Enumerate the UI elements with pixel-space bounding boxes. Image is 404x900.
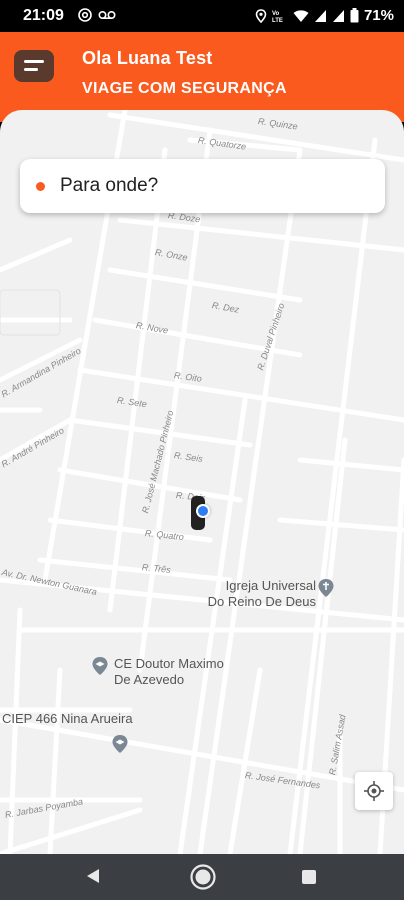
street-grid — [0, 110, 404, 854]
menu-line-icon — [24, 68, 38, 71]
voicemail-icon — [98, 10, 116, 20]
map-view[interactable]: R. Quinze R. Quatorze R. Doze R. Onze R.… — [0, 110, 404, 854]
poi-label-ce-line2: De Azevedo — [114, 672, 185, 687]
status-notification-icons — [78, 8, 116, 22]
recent-apps-icon[interactable] — [302, 870, 316, 884]
system-nav-bar — [0, 854, 404, 900]
school-icon — [92, 657, 108, 675]
poi-label-ce: CE Doutor Maximo De Azevedo — [114, 656, 224, 688]
greeting-text: Ola Luana Test — [82, 48, 213, 68]
crosshair-icon — [364, 781, 384, 801]
status-system-icons: Vo LTE 71% — [255, 7, 394, 24]
location-icon — [255, 8, 267, 23]
back-icon[interactable] — [86, 868, 100, 884]
wifi-icon — [293, 9, 309, 22]
app-header: Ola Luana Test VIAGE COM SEGURANÇA — [0, 32, 404, 122]
menu-button[interactable] — [14, 50, 54, 82]
status-time: 21:09 — [23, 7, 64, 24]
church-icon — [318, 579, 334, 597]
my-location-button[interactable] — [355, 772, 393, 810]
status-bar: 21:09 Vo LTE 71% — [0, 0, 404, 32]
signal-icon — [314, 9, 326, 22]
home-icon[interactable] — [189, 863, 217, 891]
destination-placeholder: Para onde? — [60, 175, 159, 196]
svg-text:Vo: Vo — [272, 11, 280, 17]
destination-dot-icon — [36, 182, 45, 191]
header-subtitle: VIAGE COM SEGURANÇA — [82, 80, 287, 97]
poi-label-igreja: Igreja Universal Do Reino De Deus — [207, 578, 316, 609]
svg-text:LTE: LTE — [272, 18, 283, 23]
menu-line-icon — [24, 60, 44, 63]
poi-label-ciep: CIEP 466 Nina Arueira — [2, 711, 133, 726]
poi-label-ce-line1: CE Doutor Maximo — [114, 656, 224, 671]
battery-icon — [350, 8, 359, 23]
current-location-dot — [196, 504, 210, 518]
signal-icon — [332, 9, 344, 22]
destination-search[interactable]: Para onde? — [20, 159, 385, 213]
volte-icon: VoLTE — [272, 11, 283, 23]
school-icon — [112, 735, 128, 753]
at-icon — [78, 8, 92, 22]
battery-percent: 71% — [363, 7, 394, 24]
